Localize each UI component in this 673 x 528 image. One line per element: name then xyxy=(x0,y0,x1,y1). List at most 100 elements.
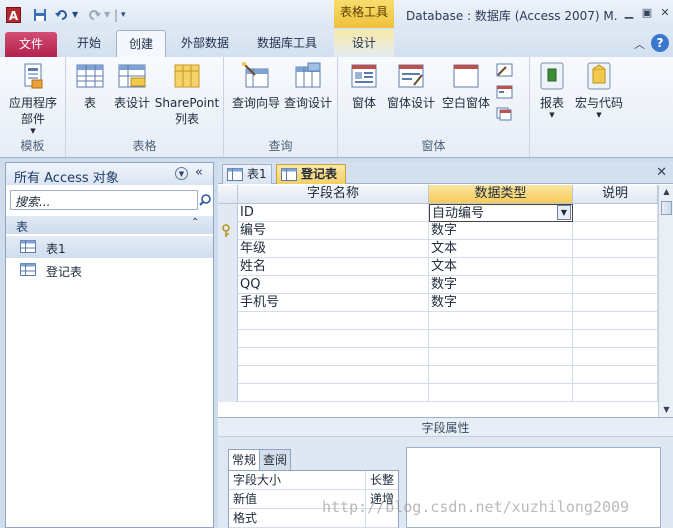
row-selector[interactable] xyxy=(218,312,238,330)
vertical-scrollbar[interactable]: ▲ ▼ xyxy=(658,185,673,417)
tab-general[interactable]: 常规 xyxy=(228,449,261,470)
data-type-cell[interactable]: 文本 xyxy=(429,258,573,276)
data-type-cell[interactable]: 数字 xyxy=(429,222,573,240)
table-row[interactable]: 年级 文本 xyxy=(218,240,658,258)
row-selector[interactable] xyxy=(218,384,238,402)
nav-options-dropdown-icon[interactable]: ▼ xyxy=(175,167,188,180)
doc-tab-table1[interactable]: 表1 xyxy=(222,164,272,184)
description-cell[interactable] xyxy=(573,240,658,258)
more-forms-icon[interactable] xyxy=(496,107,514,121)
description-cell[interactable] xyxy=(573,348,658,366)
description-cell[interactable] xyxy=(573,384,658,402)
tab-home[interactable]: 开始 xyxy=(66,30,112,57)
data-type-dropdown-button[interactable]: ▼ xyxy=(557,205,571,220)
field-name-cell[interactable]: ID xyxy=(238,204,429,222)
data-type-cell[interactable] xyxy=(429,330,573,348)
data-type-cell[interactable] xyxy=(429,384,573,402)
description-cell[interactable] xyxy=(573,312,658,330)
tab-lookup[interactable]: 查阅 xyxy=(259,449,292,470)
scroll-thumb[interactable] xyxy=(661,201,672,215)
help-icon[interactable]: ? xyxy=(651,34,669,52)
field-name-cell[interactable]: 编号 xyxy=(238,222,429,240)
description-cell[interactable] xyxy=(573,366,658,384)
field-name-cell[interactable] xyxy=(238,312,429,330)
form-wizard-icon[interactable] xyxy=(496,63,514,77)
data-type-cell[interactable] xyxy=(429,348,573,366)
table-row[interactable]: QQ 数字 xyxy=(218,276,658,294)
row-selector[interactable] xyxy=(218,240,238,258)
collapse-ribbon-icon[interactable]: ︿ xyxy=(634,36,645,52)
nav-search-input[interactable]: 搜索... xyxy=(10,190,198,210)
macros-code-button[interactable]: 宏与代码 ▼ xyxy=(572,61,626,119)
row-selector[interactable] xyxy=(218,366,238,384)
description-cell[interactable] xyxy=(573,330,658,348)
field-name-cell[interactable]: 手机号 xyxy=(238,294,429,312)
field-name-cell[interactable]: QQ xyxy=(238,276,429,294)
table-button[interactable]: 表 xyxy=(72,61,108,111)
empty-row[interactable] xyxy=(218,348,658,366)
tab-design[interactable]: 设计 xyxy=(334,30,394,57)
description-cell[interactable] xyxy=(573,204,658,222)
save-icon[interactable] xyxy=(33,8,47,25)
data-type-cell[interactable] xyxy=(429,366,573,384)
customize-qat-icon[interactable]: ▾ xyxy=(121,8,126,22)
property-row[interactable]: 字段大小 长整 xyxy=(229,471,398,490)
field-name-cell[interactable]: 年级 xyxy=(238,240,429,258)
nav-item-table1[interactable]: 表1 xyxy=(6,236,213,258)
nav-section-tables[interactable]: 表 ⌃ xyxy=(6,216,213,234)
row-selector[interactable] xyxy=(218,258,238,276)
table-design-button[interactable]: 表设计 xyxy=(110,61,154,111)
property-value[interactable]: 长整 xyxy=(365,471,398,489)
shutter-bar-close-icon[interactable]: « xyxy=(195,165,203,180)
tab-database-tools[interactable]: 数据库工具 xyxy=(246,30,328,57)
scroll-down-icon[interactable]: ▼ xyxy=(659,403,673,417)
blank-form-button[interactable]: 空白窗体 xyxy=(440,61,492,111)
sharepoint-lists-button[interactable]: SharePoint 列表 xyxy=(154,61,220,127)
data-type-cell[interactable]: 数字 xyxy=(429,294,573,312)
field-name-cell[interactable] xyxy=(238,348,429,366)
data-type-cell[interactable]: 自动编号 xyxy=(429,204,573,222)
search-icon[interactable] xyxy=(198,190,212,210)
field-name-cell[interactable] xyxy=(238,384,429,402)
empty-row[interactable] xyxy=(218,366,658,384)
empty-row[interactable] xyxy=(218,312,658,330)
description-cell[interactable] xyxy=(573,258,658,276)
tab-create[interactable]: 创建 xyxy=(116,30,166,57)
navigation-form-icon[interactable] xyxy=(496,85,514,99)
empty-row[interactable] xyxy=(218,384,658,402)
empty-row[interactable] xyxy=(218,330,658,348)
tab-external-data[interactable]: 外部数据 xyxy=(170,30,240,57)
undo-icon[interactable] xyxy=(55,8,69,25)
field-name-cell[interactable] xyxy=(238,366,429,384)
scroll-up-icon[interactable]: ▲ xyxy=(659,185,673,199)
form-design-button[interactable]: 窗体设计 xyxy=(386,61,436,111)
row-selector[interactable] xyxy=(218,294,238,312)
description-cell[interactable] xyxy=(573,222,658,240)
row-selector[interactable] xyxy=(218,222,238,240)
table-row[interactable]: 姓名 文本 xyxy=(218,258,658,276)
row-selector[interactable] xyxy=(218,330,238,348)
application-parts-button[interactable]: 应用程序 部件 ▼ xyxy=(4,61,62,135)
form-button[interactable]: 窗体 xyxy=(346,61,382,111)
close-document-icon[interactable]: ✕ xyxy=(656,165,667,180)
nav-pane-header[interactable]: 所有 Access 对象 ▼ « xyxy=(6,163,213,186)
tab-file[interactable]: 文件 xyxy=(5,32,57,57)
close-window-icon[interactable]: ✕ xyxy=(658,6,672,20)
data-type-cell[interactable] xyxy=(429,312,573,330)
table-row[interactable]: 编号 数字 xyxy=(218,222,658,240)
access-app-icon[interactable]: A xyxy=(6,7,21,23)
row-selector[interactable] xyxy=(218,204,238,222)
query-design-button[interactable]: 查询设计 xyxy=(282,61,334,111)
field-name-cell[interactable]: 姓名 xyxy=(238,258,429,276)
field-name-cell[interactable] xyxy=(238,330,429,348)
restore-icon[interactable]: ▣ xyxy=(640,6,654,20)
table-row[interactable]: 手机号 数字 xyxy=(218,294,658,312)
doc-tab-registration[interactable]: 登记表 xyxy=(276,164,346,184)
nav-item-registration[interactable]: 登记表 xyxy=(6,259,213,281)
description-cell[interactable] xyxy=(573,294,658,312)
reports-button[interactable]: 报表 ▼ xyxy=(534,61,570,119)
description-cell[interactable] xyxy=(573,276,658,294)
data-type-cell[interactable]: 数字 xyxy=(429,276,573,294)
undo-dropdown-icon[interactable]: ▼ xyxy=(72,8,78,22)
data-type-cell[interactable]: 文本 xyxy=(429,240,573,258)
